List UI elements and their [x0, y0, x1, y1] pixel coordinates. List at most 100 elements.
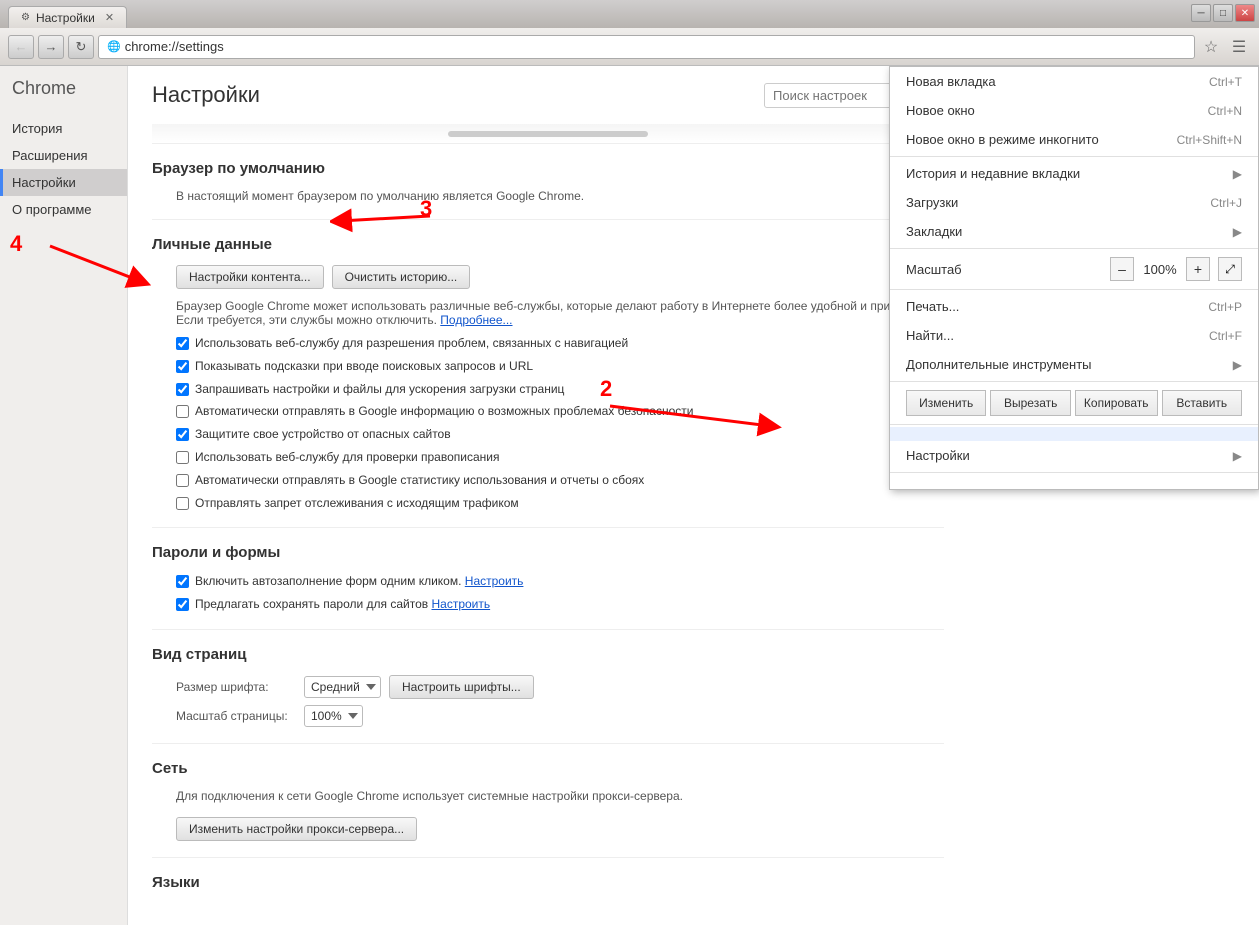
cb-save-passwords[interactable]: [176, 598, 189, 611]
font-size-select[interactable]: Средний: [304, 676, 381, 698]
autofill-configure-link[interactable]: Настроить: [465, 574, 524, 588]
passwords-section-title: Пароли и формы: [152, 544, 944, 565]
menu-new-window[interactable]: Новое окно Ctrl+N: [890, 96, 1258, 125]
tab-favicon: ⚙: [21, 12, 30, 23]
nav-right: ☆ ☰: [1199, 35, 1251, 59]
cb-spellcheck-label: Использовать веб-службу для проверки пра…: [195, 449, 499, 466]
checkbox-spellcheck: Использовать веб-службу для проверки пра…: [176, 449, 944, 466]
cb-search-hints[interactable]: [176, 360, 189, 373]
zoom-minus-button[interactable]: –: [1110, 257, 1134, 281]
menu-find[interactable]: Найти... Ctrl+F: [890, 321, 1258, 350]
cb-nav-service[interactable]: [176, 337, 189, 350]
save-passwords-configure-link[interactable]: Настроить: [431, 597, 490, 611]
content-settings-button[interactable]: Настройки контента...: [176, 265, 324, 289]
zoom-row: Масштаб страницы: 100%: [176, 705, 944, 727]
zoom-fullscreen-button[interactable]: ⤢: [1218, 257, 1242, 281]
cb-dnt[interactable]: [176, 497, 189, 510]
chrome-dropdown-menu: Новая вкладка Ctrl+T Новое окно Ctrl+N Н…: [889, 66, 1259, 490]
cb-nav-service-label: Использовать веб-службу для разрешения п…: [195, 335, 628, 352]
cb-usage-stats[interactable]: [176, 474, 189, 487]
sidebar-item-history[interactable]: История: [0, 115, 127, 142]
cb-usage-stats-label: Автоматически отправлять в Google статис…: [195, 472, 644, 489]
address-text: chrome://settings: [125, 39, 224, 54]
font-size-label: Размер шрифта:: [176, 680, 296, 694]
menu-print[interactable]: Печать... Ctrl+P: [890, 292, 1258, 321]
edit-cut-button[interactable]: Вырезать: [990, 390, 1070, 416]
clear-history-button[interactable]: Очистить историю...: [332, 265, 471, 289]
default-browser-section-title: Браузер по умолчанию: [152, 160, 944, 181]
personal-data-desc: Браузер Google Chrome может использовать…: [176, 299, 944, 327]
cb-safe-device[interactable]: [176, 428, 189, 441]
title-bar: ⚙ Настройки ✕ ─ □ ✕: [0, 0, 1259, 28]
personal-data-section-title: Личные данные: [152, 236, 272, 257]
reload-button[interactable]: ↻: [68, 35, 94, 59]
cb-safe-browsing-report-label: Автоматически отправлять в Google информ…: [195, 403, 693, 420]
address-bar[interactable]: 🌐 chrome://settings: [98, 35, 1195, 59]
view-section-title: Вид страниц: [152, 646, 944, 667]
checkbox-search-hints: Показывать подсказки при вводе поисковых…: [176, 358, 944, 375]
checkbox-autofill: Включить автозаполнение форм одним клико…: [176, 573, 944, 590]
checkbox-safe-device: Защитите свое устройство от опасных сайт…: [176, 426, 944, 443]
menu-more-tools[interactable]: Дополнительные инструменты ▶: [890, 350, 1258, 379]
menu-exit[interactable]: [890, 475, 1258, 489]
cb-autofill-label: Включить автозаполнение форм одним клико…: [195, 573, 523, 590]
menu-zoom-row: Масштаб – 100% + ⤢: [890, 251, 1258, 287]
minimize-button[interactable]: ─: [1191, 4, 1211, 22]
proxy-settings-button[interactable]: Изменить настройки прокси-сервера...: [176, 817, 417, 841]
zoom-plus-button[interactable]: +: [1186, 257, 1210, 281]
settings-inner: Настройки Браузер по умолчанию В настоящ…: [128, 66, 968, 919]
font-size-row: Размер шрифта: Средний Настроить шрифты.…: [176, 675, 944, 699]
cb-dnt-label: Отправлять запрет отслеживания с исходящ…: [195, 495, 519, 512]
checkbox-safe-browsing-report: Автоматически отправлять в Google информ…: [176, 403, 944, 420]
edit-copy-button[interactable]: Копировать: [1075, 390, 1158, 416]
cb-prefetch-label: Запрашивать настройки и файлы для ускоре…: [195, 381, 564, 398]
tab-close-button[interactable]: ✕: [105, 11, 114, 24]
zoom-select[interactable]: 100%: [304, 705, 363, 727]
sidebar-item-settings[interactable]: Настройки: [0, 169, 127, 196]
sidebar-item-extensions[interactable]: Расширения: [0, 142, 127, 169]
edit-change-button[interactable]: Изменить: [906, 390, 986, 416]
configure-fonts-button[interactable]: Настроить шрифты...: [389, 675, 534, 699]
address-icon: 🌐: [107, 40, 121, 53]
menu-settings-item[interactable]: [890, 427, 1258, 441]
settings-header: Настройки: [152, 82, 944, 108]
chrome-menu-button[interactable]: ☰: [1227, 35, 1251, 59]
zoom-label: Масштаб страницы:: [176, 709, 296, 723]
cb-save-passwords-label: Предлагать сохранять пароли для сайтов Н…: [195, 596, 490, 613]
menu-bookmarks[interactable]: Закладки ▶: [890, 217, 1258, 246]
back-button[interactable]: ←: [8, 35, 34, 59]
cb-autofill[interactable]: [176, 575, 189, 588]
cb-spellcheck[interactable]: [176, 451, 189, 464]
tab-title: Настройки: [36, 11, 95, 25]
history-arrow-icon: ▶: [1233, 167, 1242, 181]
forward-button[interactable]: →: [38, 35, 64, 59]
network-desc: Для подключения к сети Google Chrome исп…: [176, 789, 944, 803]
checkbox-dnt: Отправлять запрет отслеживания с исходящ…: [176, 495, 944, 512]
menu-downloads[interactable]: Загрузки Ctrl+J: [890, 188, 1258, 217]
active-tab[interactable]: ⚙ Настройки ✕: [8, 6, 127, 28]
navigation-bar: ← → ↻ 🌐 chrome://settings ☆ ☰: [0, 28, 1259, 66]
menu-about[interactable]: Настройки ▶: [890, 441, 1258, 470]
network-section-title: Сеть: [152, 760, 944, 781]
bookmark-star-button[interactable]: ☆: [1199, 35, 1223, 59]
menu-edit-row: Изменить Вырезать Копировать Вставить: [890, 384, 1258, 422]
bookmarks-arrow-icon: ▶: [1233, 225, 1242, 239]
personal-data-link[interactable]: Подробнее...: [440, 313, 512, 327]
close-button[interactable]: ✕: [1235, 4, 1255, 22]
checkbox-save-passwords: Предлагать сохранять пароли для сайтов Н…: [176, 596, 944, 613]
tab-bar: ⚙ Настройки ✕: [8, 0, 127, 28]
sidebar: Chrome История Расширения Настройки О пр…: [0, 66, 128, 925]
menu-history[interactable]: История и недавние вкладки ▶: [890, 159, 1258, 188]
maximize-button[interactable]: □: [1213, 4, 1233, 22]
window-controls: ─ □ ✕: [1191, 4, 1255, 22]
cb-safe-browsing-report[interactable]: [176, 405, 189, 418]
cb-prefetch[interactable]: [176, 383, 189, 396]
tools-arrow-icon: ▶: [1233, 358, 1242, 372]
sidebar-item-about[interactable]: О программе: [0, 196, 127, 223]
edit-paste-button[interactable]: Вставить: [1162, 390, 1242, 416]
menu-new-tab[interactable]: Новая вкладка Ctrl+T: [890, 67, 1258, 96]
sidebar-brand: Chrome: [0, 78, 127, 115]
settings-page-title: Настройки: [152, 82, 260, 108]
checkbox-usage-stats: Автоматически отправлять в Google статис…: [176, 472, 944, 489]
menu-new-incognito[interactable]: Новое окно в режиме инкогнито Ctrl+Shift…: [890, 125, 1258, 154]
